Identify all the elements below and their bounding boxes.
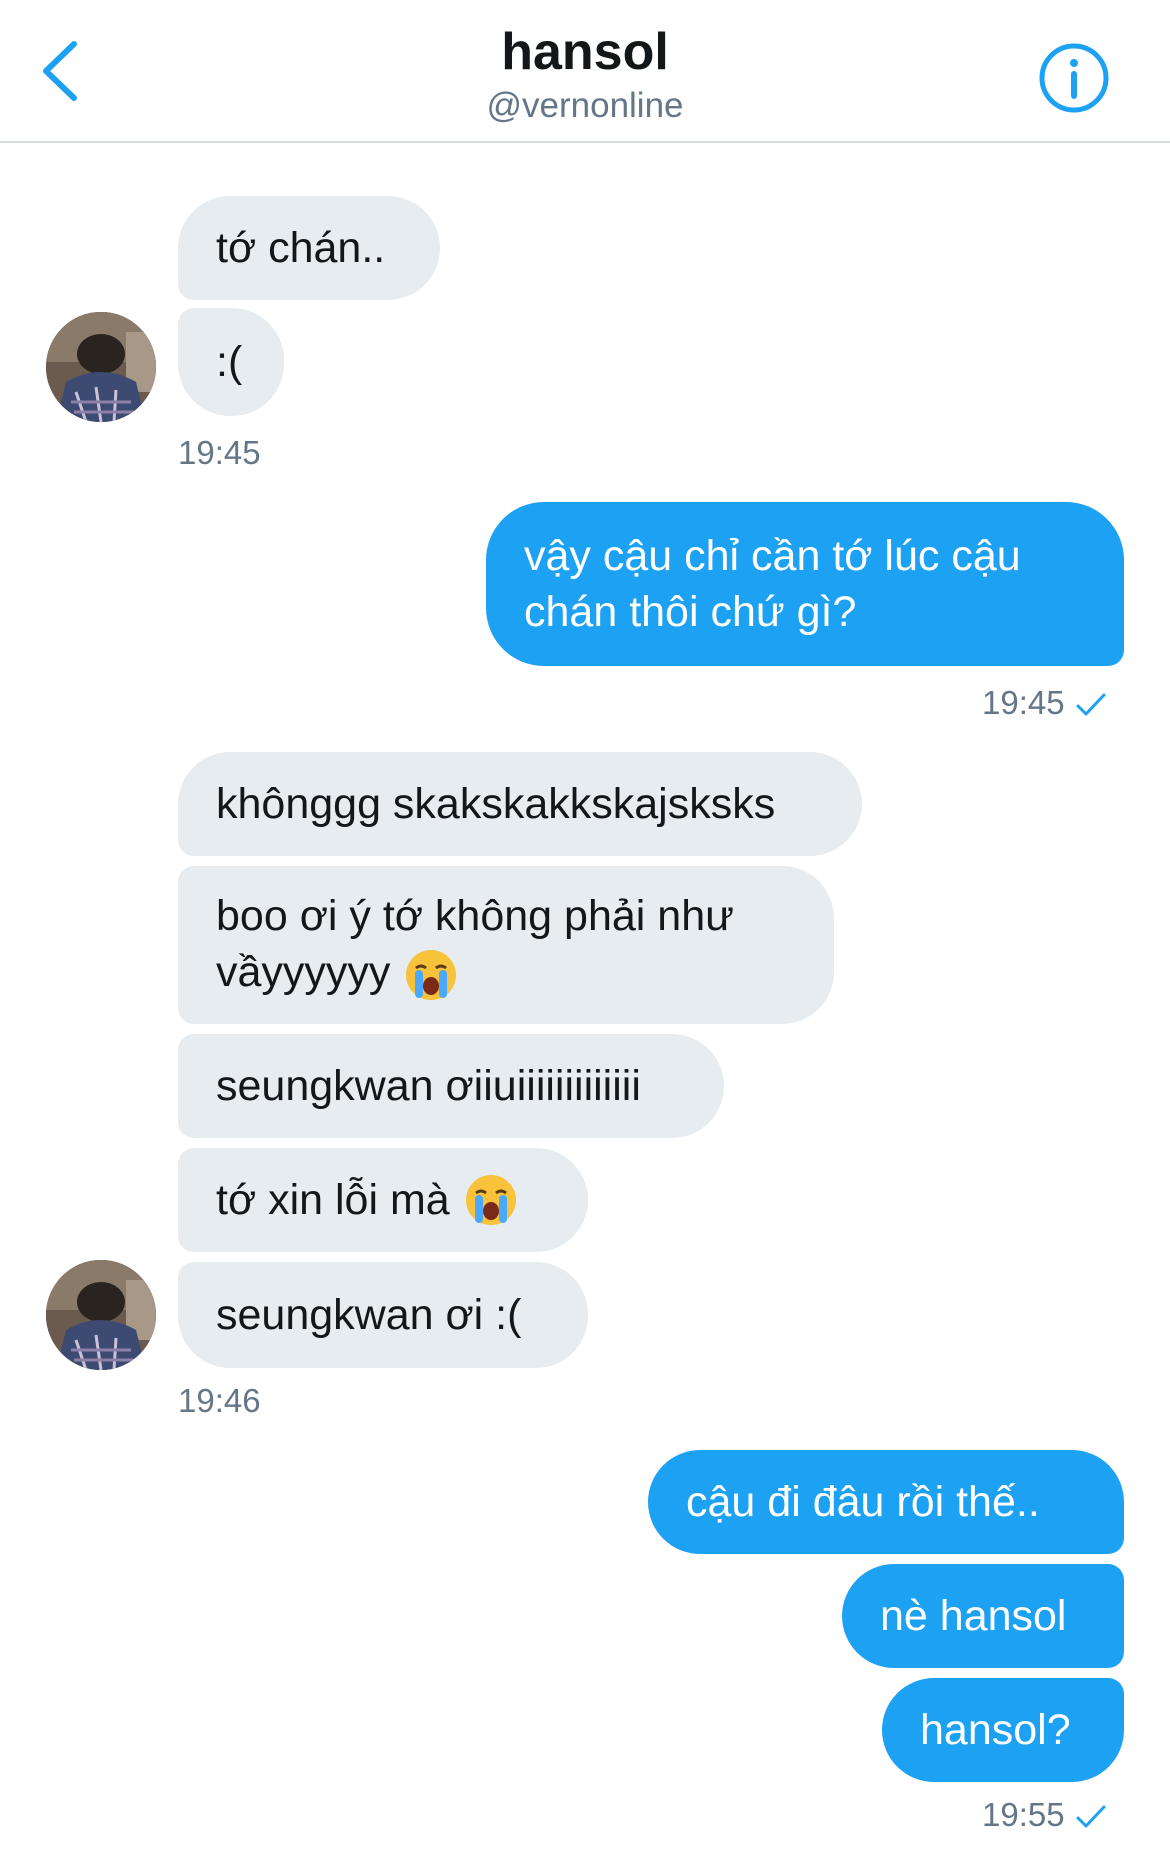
message-text: hansol? [920,1706,1071,1754]
message-text: :( [216,338,243,386]
message-text: vậy cậu chỉ cần tớ lúc cậu chán thôi chứ… [524,532,1021,636]
avatar[interactable] [46,1260,156,1370]
message-text: khônggg skakskakkskajsksks [216,780,776,828]
message-text: tớ chán.. [216,224,386,272]
message-timestamp: 19:55 [982,1796,1107,1834]
message-bubble-outgoing[interactable]: nè hansol [842,1564,1124,1668]
message-text: boo ơi ý tớ không phải như vầyyyyyy [216,892,734,997]
message-timestamp: 19:45 [178,434,261,471]
message-text: tớ xin lỗi mà [216,1176,450,1224]
message-text: cậu đi đâu rồi thế.. [686,1478,1040,1526]
message-text: seungkwan ơi :( [216,1291,522,1339]
message-bubble-outgoing[interactable]: vậy cậu chỉ cần tớ lúc cậu chán thôi chứ… [486,502,1124,666]
message-text: nè hansol [880,1592,1067,1640]
message-timestamp: 19:45 [982,684,1107,722]
message-bubble-incoming[interactable]: seungkwan ơiiuiiiiiiiiiiiii [178,1034,724,1138]
message-bubble-incoming[interactable]: khônggg skakskakkskajsksks [178,752,862,856]
message-text: seungkwan ơiiuiiiiiiiiiiiii [216,1062,641,1110]
loudly-crying-face-icon [406,949,457,1000]
message-bubble-outgoing[interactable]: hansol? [882,1678,1124,1782]
info-button[interactable] [1038,42,1110,114]
message-bubble-outgoing[interactable]: cậu đi đâu rồi thế.. [648,1450,1124,1554]
message-timestamp: 19:46 [178,1382,261,1419]
checkmark-icon [1076,1805,1106,1828]
message-bubble-incoming[interactable]: tớ chán.. [178,196,440,300]
conversation-header: hansol @vernonline [0,0,1170,143]
message-bubble-incoming[interactable]: :( [178,308,284,416]
info-icon [1039,43,1109,113]
profile-photo [46,312,156,422]
message-bubble-incoming[interactable]: seungkwan ơi :( [178,1262,588,1368]
contact-handle: @vernonline [486,86,684,125]
message-bubble-incoming[interactable]: tớ xin lỗi mà [178,1148,588,1252]
checkmark-icon [1076,693,1106,716]
profile-photo [46,1260,156,1370]
message-bubble-incoming[interactable]: boo ơi ý tớ không phải như vầyyyyyy [178,866,834,1024]
loudly-crying-face-icon [465,1175,516,1225]
avatar[interactable] [46,312,156,422]
contact-name[interactable]: hansol [0,22,1170,82]
